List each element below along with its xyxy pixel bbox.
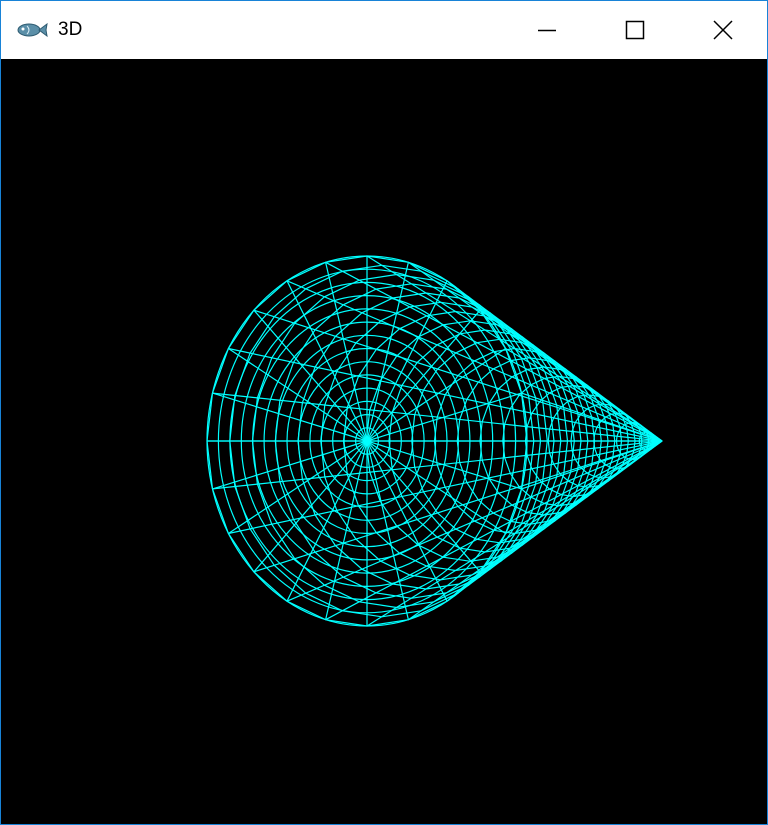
base-spoke (366, 392, 522, 442)
wireframe-cone (206, 255, 663, 627)
cone-generator (253, 440, 663, 573)
base-spoke (228, 440, 368, 534)
cone-mesh (206, 255, 663, 627)
base-spoke (286, 280, 368, 442)
minimize-button[interactable] (503, 1, 591, 59)
base-spoke (253, 309, 368, 442)
title-bar[interactable]: 3D (1, 1, 767, 59)
cone-generator (253, 309, 663, 442)
fish-app-icon (17, 22, 48, 38)
maximize-icon (625, 20, 645, 40)
app-window: 3D (0, 0, 768, 825)
window-title: 3D (58, 19, 83, 40)
base-spoke (212, 440, 368, 490)
close-icon (713, 20, 733, 40)
base-spoke (212, 392, 368, 442)
base-spoke (366, 440, 522, 490)
cone-generator (212, 440, 663, 490)
minimize-icon (538, 29, 556, 32)
base-spoke (253, 440, 368, 573)
render-canvas[interactable] (1, 59, 767, 824)
close-button[interactable] (679, 1, 767, 59)
base-spoke (228, 348, 368, 442)
maximize-button[interactable] (591, 1, 679, 59)
cone-generator (212, 392, 663, 442)
base-spoke (286, 440, 368, 602)
